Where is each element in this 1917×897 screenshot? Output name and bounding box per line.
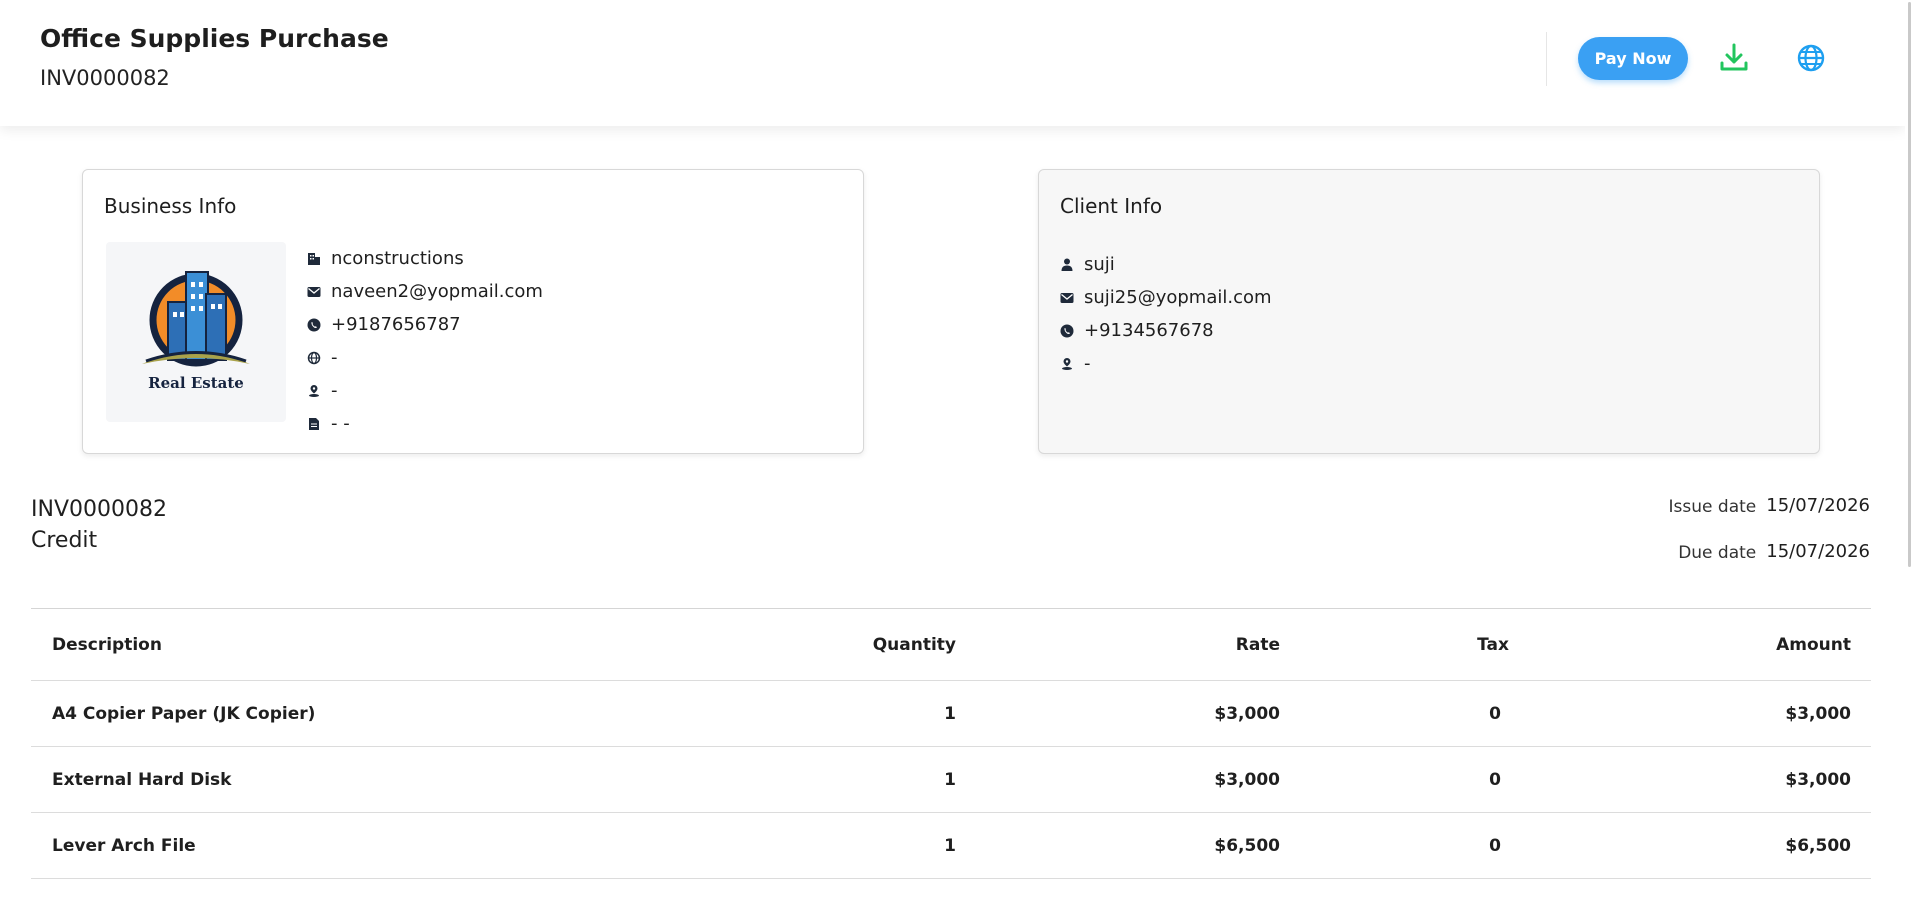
item-tax: 0 xyxy=(1489,769,1501,790)
due-date-value: 15/07/2026 xyxy=(1766,541,1870,562)
invoice-number: INV0000082 xyxy=(31,497,167,522)
invoice-meta: INV0000082 Credit xyxy=(31,497,167,553)
client-phone: +9134567678 xyxy=(1084,320,1214,341)
pay-now-button[interactable]: Pay Now xyxy=(1578,37,1688,80)
business-tax-id: - - xyxy=(331,413,350,434)
phone-icon xyxy=(307,318,321,332)
business-logo: Real Estate xyxy=(106,242,286,422)
column-header-quantity: Quantity xyxy=(872,634,956,655)
item-rate: $3,000 xyxy=(1214,769,1280,790)
business-name: nconstructions xyxy=(331,248,464,269)
business-phone-row: +9187656787 xyxy=(307,308,543,341)
client-email-row: suji25@yopmail.com xyxy=(1060,281,1272,314)
table-row: External Hard Disk 1 $3,000 0 $3,000 xyxy=(31,747,1871,813)
issue-date-label: Issue date xyxy=(1668,497,1757,517)
web-icon xyxy=(307,351,321,365)
column-header-rate: Rate xyxy=(1235,634,1280,655)
business-website-row: - xyxy=(307,341,543,374)
column-header-tax: Tax xyxy=(1477,634,1509,655)
phone-icon xyxy=(1060,324,1074,338)
invoice-type: Credit xyxy=(31,528,98,553)
item-quantity: 1 xyxy=(944,835,956,856)
header-invoice-number: INV0000082 xyxy=(40,66,170,90)
item-description: External Hard Disk xyxy=(52,769,232,790)
language-button[interactable] xyxy=(1793,40,1829,76)
business-name-row: nconstructions xyxy=(307,242,543,275)
client-address: - xyxy=(1084,353,1091,374)
line-items-table: Description Quantity Rate Tax Amount A4 … xyxy=(31,608,1871,879)
location-icon xyxy=(307,384,321,398)
business-info-card: Business Info Real Estate nconstructions xyxy=(82,169,864,454)
client-phone-row: +9134567678 xyxy=(1060,314,1272,347)
client-name-row: suji xyxy=(1060,248,1272,281)
item-description: A4 Copier Paper (JK Copier) xyxy=(52,703,316,724)
column-header-description: Description xyxy=(52,634,162,655)
item-rate: $6,500 xyxy=(1214,835,1280,856)
item-amount: $6,500 xyxy=(1785,835,1851,856)
client-address-row: - xyxy=(1060,347,1272,380)
due-date-label: Due date xyxy=(1678,543,1757,563)
item-tax: 0 xyxy=(1489,703,1501,724)
client-details: suji suji25@yopmail.com +9134567678 - xyxy=(1060,248,1272,380)
business-address: - xyxy=(331,380,338,401)
item-description: Lever Arch File xyxy=(52,835,196,856)
item-amount: $3,000 xyxy=(1785,703,1851,724)
globe-icon xyxy=(1797,44,1825,72)
issue-date-row: Issue date 15/07/2026 xyxy=(1669,495,1870,541)
business-email: naveen2@yopmail.com xyxy=(331,281,543,302)
real-estate-logo-icon xyxy=(142,271,250,367)
table-header: Description Quantity Rate Tax Amount xyxy=(31,609,1871,681)
business-phone: +9187656787 xyxy=(331,314,461,335)
business-email-row: naveen2@yopmail.com xyxy=(307,275,543,308)
invoice-dates: Issue date 15/07/2026 Due date 15/07/202… xyxy=(1669,495,1870,587)
item-rate: $3,000 xyxy=(1214,703,1280,724)
client-name: suji xyxy=(1084,254,1115,275)
page-scrollbar[interactable] xyxy=(1905,0,1917,897)
logo-text: Real Estate xyxy=(148,374,244,392)
issue-date-value: 15/07/2026 xyxy=(1766,495,1870,516)
user-icon xyxy=(1060,258,1074,272)
column-header-amount: Amount xyxy=(1776,634,1851,655)
page-title: Office Supplies Purchase xyxy=(40,24,389,53)
header-divider xyxy=(1546,32,1547,86)
building-icon xyxy=(307,252,321,266)
item-tax: 0 xyxy=(1489,835,1501,856)
due-date-row: Due date 15/07/2026 xyxy=(1669,541,1870,587)
download-icon xyxy=(1720,43,1748,71)
business-tax-row: - - xyxy=(307,407,543,440)
item-quantity: 1 xyxy=(944,769,956,790)
location-icon xyxy=(1060,357,1074,371)
client-email: suji25@yopmail.com xyxy=(1084,287,1272,308)
table-row: A4 Copier Paper (JK Copier) 1 $3,000 0 $… xyxy=(31,681,1871,747)
mail-icon xyxy=(307,285,321,299)
scrollbar-thumb[interactable] xyxy=(1908,2,1911,567)
table-row: Lever Arch File 1 $6,500 0 $6,500 xyxy=(31,813,1871,879)
client-info-title: Client Info xyxy=(1060,194,1163,218)
business-address-row: - xyxy=(307,374,543,407)
item-amount: $3,000 xyxy=(1785,769,1851,790)
business-info-title: Business Info xyxy=(104,194,237,218)
download-button[interactable] xyxy=(1716,40,1752,76)
business-website: - xyxy=(331,347,338,368)
item-quantity: 1 xyxy=(944,703,956,724)
document-icon xyxy=(307,417,321,431)
client-info-card: Client Info suji suji25@yopmail.com +913… xyxy=(1038,169,1820,454)
invoice-header: Office Supplies Purchase INV0000082 Pay … xyxy=(0,0,1905,126)
mail-icon xyxy=(1060,291,1074,305)
business-details: nconstructions naveen2@yopmail.com +9187… xyxy=(307,242,543,440)
